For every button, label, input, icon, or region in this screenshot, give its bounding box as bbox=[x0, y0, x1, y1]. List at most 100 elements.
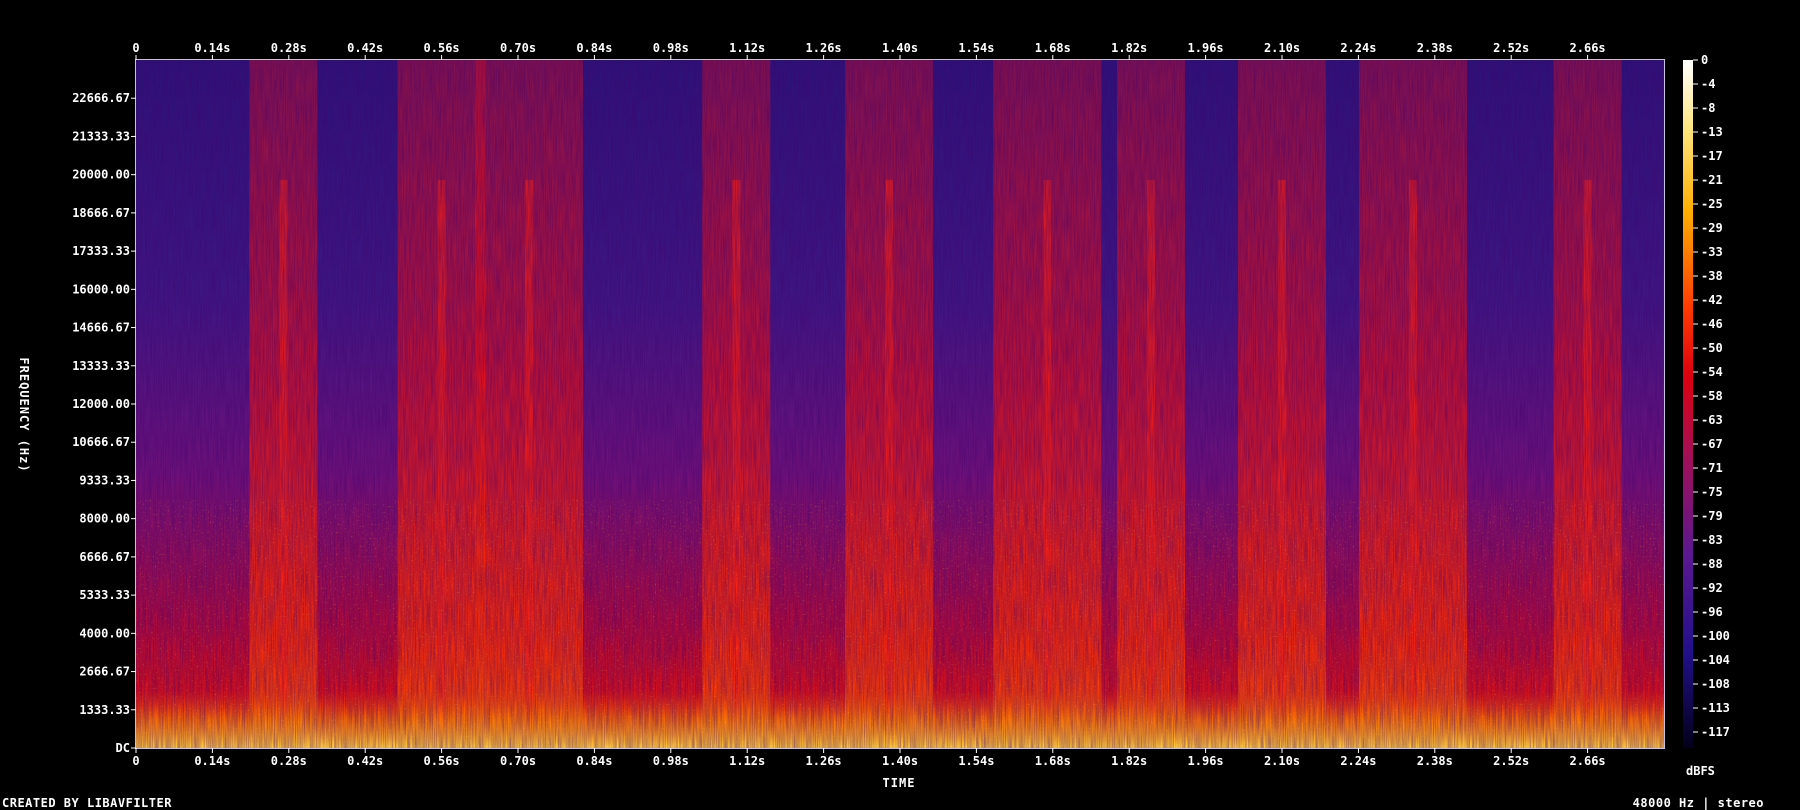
y-tick-label: 8000.00 bbox=[79, 512, 130, 526]
colorbar-tick-label: -33 bbox=[1701, 245, 1723, 259]
x-tick-label-bottom: 1.96s bbox=[1188, 754, 1224, 768]
y-tick-label: 1333.33 bbox=[79, 703, 130, 717]
x-tick-label-bottom: 1.82s bbox=[1111, 754, 1147, 768]
x-tick-label-top: 2.38s bbox=[1417, 41, 1453, 55]
colorbar-tick-label: -108 bbox=[1701, 677, 1730, 691]
colorbar-tick-label: -29 bbox=[1701, 221, 1723, 235]
x-tick-label-bottom: 0 bbox=[132, 754, 139, 768]
colorbar-tick-label: -38 bbox=[1701, 269, 1723, 283]
colorbar-tick-label: -63 bbox=[1701, 413, 1723, 427]
x-tick-label-top: 1.26s bbox=[806, 41, 842, 55]
x-tick-label-top: 0.84s bbox=[576, 41, 612, 55]
x-tick-label-top: 1.68s bbox=[1035, 41, 1071, 55]
x-tick-label-top: 1.40s bbox=[882, 41, 918, 55]
y-tick-label: 17333.33 bbox=[72, 244, 130, 258]
x-tick-label-top: 0.42s bbox=[347, 41, 383, 55]
x-tick-label-top: 2.10s bbox=[1264, 41, 1300, 55]
colorbar-tick-label: -67 bbox=[1701, 437, 1723, 451]
x-tick-label-bottom: 0.56s bbox=[424, 754, 460, 768]
colorbar-ticks: 0 -4 -8 -13 -17 -21 -25 -29 -33 -38 -42 -46 -50 -54 -5… bbox=[1693, 53, 1730, 739]
colorbar-tick-label: -46 bbox=[1701, 317, 1723, 331]
x-tick-label-top: 0.70s bbox=[500, 41, 536, 55]
x-tick-label-top: 0 bbox=[132, 41, 139, 55]
colorbar-tick-label: -88 bbox=[1701, 557, 1723, 571]
colorbar-tick-label: -25 bbox=[1701, 197, 1723, 211]
y-tick-label: 10666.67 bbox=[72, 435, 130, 449]
colorbar-tick-label: -83 bbox=[1701, 533, 1723, 547]
colorbar-tick-label: -100 bbox=[1701, 629, 1730, 643]
y-tick-label: 12000.00 bbox=[72, 397, 130, 411]
x-tick-label-bottom: 2.66s bbox=[1570, 754, 1606, 768]
colorbar-tick-label: -113 bbox=[1701, 701, 1730, 715]
y-tick-label: 22666.67 bbox=[72, 91, 130, 105]
x-tick-label-bottom: 1.12s bbox=[729, 754, 765, 768]
colorbar-tick-label: -71 bbox=[1701, 461, 1723, 475]
colorbar-tick-label: -96 bbox=[1701, 605, 1723, 619]
colorbar bbox=[1683, 60, 1693, 748]
colorbar-tick-label: -17 bbox=[1701, 149, 1723, 163]
colorbar-tick-label: -13 bbox=[1701, 125, 1723, 139]
x-tick-label-top: 2.24s bbox=[1340, 41, 1376, 55]
colorbar-tick-label: 0 bbox=[1701, 53, 1708, 67]
y-tick-label: 13333.33 bbox=[72, 359, 130, 373]
x-tick-label-top: 0.28s bbox=[271, 41, 307, 55]
x-tick-label-top: 0.56s bbox=[424, 41, 460, 55]
x-tick-label-top: 2.66s bbox=[1570, 41, 1606, 55]
x-tick-label-top: 0.14s bbox=[194, 41, 230, 55]
x-axis-title: TIME bbox=[883, 776, 916, 790]
footer-format: 48000 Hz | stereo bbox=[1632, 796, 1764, 810]
colorbar-tick-label: -104 bbox=[1701, 653, 1730, 667]
x-tick-label-bottom: 0.42s bbox=[347, 754, 383, 768]
y-tick-label: 18666.67 bbox=[72, 206, 130, 220]
colorbar-tick-label: -21 bbox=[1701, 173, 1723, 187]
colorbar-tick-label: -117 bbox=[1701, 725, 1730, 739]
x-tick-label-bottom: 2.38s bbox=[1417, 754, 1453, 768]
footer-credit: CREATED BY LIBAVFILTER bbox=[2, 796, 172, 810]
y-tick-label: 14666.67 bbox=[72, 321, 130, 335]
x-tick-label-top: 1.54s bbox=[958, 41, 994, 55]
spectrogram-plot-area bbox=[136, 60, 1664, 748]
x-tick-label-bottom: 2.10s bbox=[1264, 754, 1300, 768]
colorbar-tick-label: -92 bbox=[1701, 581, 1723, 595]
x-tick-label-top: 1.82s bbox=[1111, 41, 1147, 55]
y-tick-label: 4000.00 bbox=[79, 626, 130, 640]
y-axis-title: FREQUENCY (Hz) bbox=[17, 357, 31, 472]
spectrogram-speckle bbox=[136, 500, 1664, 748]
x-tick-label-bottom: 0.28s bbox=[271, 754, 307, 768]
colorbar-tick-label: -75 bbox=[1701, 485, 1723, 499]
x-tick-label-bottom: 1.40s bbox=[882, 754, 918, 768]
y-axis: DC 1333.33 2666.67 4000.00 5333.33 6666.67 800… bbox=[72, 91, 136, 755]
colorbar-tick-label: -58 bbox=[1701, 389, 1723, 403]
x-axis-top: 0 0.14s 0.28s 0.42s 0.56s 0.70s 0.84s 0.98s 1.12… bbox=[132, 41, 1606, 60]
colorbar-tick-label: -8 bbox=[1701, 101, 1715, 115]
x-tick-label-bottom: 1.54s bbox=[958, 754, 994, 768]
x-tick-label-top: 0.98s bbox=[653, 41, 689, 55]
colorbar-unit-label: dBFS bbox=[1686, 764, 1715, 778]
y-tick-label: 5333.33 bbox=[79, 588, 130, 602]
y-tick-label: 21333.33 bbox=[72, 129, 130, 143]
y-tick-label: DC bbox=[116, 741, 130, 755]
x-tick-label-bottom: 1.68s bbox=[1035, 754, 1071, 768]
x-tick-label-top: 1.96s bbox=[1188, 41, 1224, 55]
y-tick-label: 2666.67 bbox=[79, 665, 130, 679]
x-tick-label-bottom: 0.98s bbox=[653, 754, 689, 768]
x-tick-label-top: 1.12s bbox=[729, 41, 765, 55]
x-tick-label-bottom: 1.26s bbox=[806, 754, 842, 768]
colorbar-tick-label: -54 bbox=[1701, 365, 1723, 379]
colorbar-tick-label: -50 bbox=[1701, 341, 1723, 355]
x-tick-label-bottom: 2.52s bbox=[1493, 754, 1529, 768]
x-tick-label-top: 2.52s bbox=[1493, 41, 1529, 55]
colorbar-tick-label: -42 bbox=[1701, 293, 1723, 307]
x-axis-bottom: 0 0.14s 0.28s 0.42s 0.56s 0.70s 0.84s 0.98s 1.12… bbox=[132, 748, 1606, 768]
y-tick-label: 9333.33 bbox=[79, 473, 130, 487]
x-tick-label-bottom: 0.70s bbox=[500, 754, 536, 768]
colorbar-tick-label: -79 bbox=[1701, 509, 1723, 523]
x-tick-label-bottom: 0.14s bbox=[194, 754, 230, 768]
x-tick-label-bottom: 2.24s bbox=[1340, 754, 1376, 768]
y-tick-label: 20000.00 bbox=[72, 168, 130, 182]
colorbar-tick-label: -4 bbox=[1701, 77, 1715, 91]
y-tick-label: 16000.00 bbox=[72, 282, 130, 296]
y-tick-label: 6666.67 bbox=[79, 550, 130, 564]
spectrogram-chart: 0 0.14s 0.28s 0.42s 0.56s 0.70s 0.84s 0.98s 1.12… bbox=[17, 41, 1730, 790]
x-tick-label-bottom: 0.84s bbox=[576, 754, 612, 768]
